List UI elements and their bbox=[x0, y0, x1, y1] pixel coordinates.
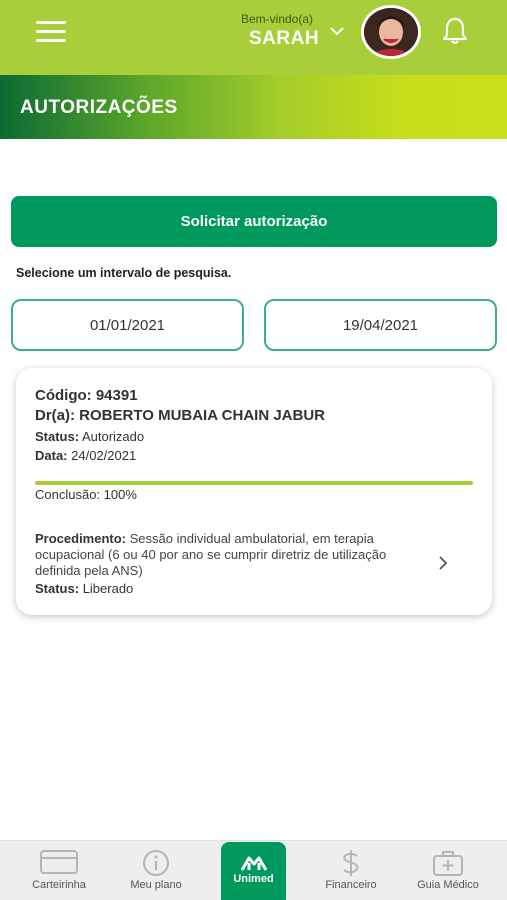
status-line: Status: Autorizado bbox=[35, 429, 144, 444]
nav-unimed[interactable]: Unimed bbox=[221, 842, 286, 900]
authorization-card[interactable]: Código: 94391 Dr(a): ROBERTO MUBAIA CHAI… bbox=[16, 368, 492, 615]
interval-label: Selecione um intervalo de pesquisa. bbox=[16, 266, 232, 280]
nav-label-meu-plano: Meu plano bbox=[130, 879, 182, 891]
conclusion-value: 100% bbox=[103, 487, 137, 502]
date-value: 24/02/2021 bbox=[71, 448, 137, 463]
code-label: Código: bbox=[35, 387, 92, 404]
avatar[interactable] bbox=[361, 5, 421, 59]
page-title: AUTORIZAÇÕES bbox=[20, 97, 178, 118]
status-label: Status: bbox=[35, 429, 80, 444]
unimed-logo-icon bbox=[240, 856, 268, 871]
nav-label-carteirinha: Carteirinha bbox=[32, 879, 86, 891]
nav-financeiro[interactable]: Financeiro bbox=[301, 841, 401, 900]
procedure-status-value: Liberado bbox=[82, 581, 134, 596]
welcome-text: Bem-vindo(a) bbox=[241, 12, 314, 26]
request-authorization-button[interactable]: Solicitar autorização bbox=[11, 196, 497, 247]
end-date-field[interactable]: 19/04/2021 bbox=[264, 299, 497, 351]
start-date-field[interactable]: 01/01/2021 bbox=[11, 299, 244, 351]
top-bar: Bem-vindo(a) SARAH bbox=[0, 0, 507, 75]
code-value: 94391 bbox=[95, 387, 138, 404]
medical-kit-icon bbox=[433, 851, 463, 876]
dollar-icon bbox=[343, 850, 359, 876]
nav-carteirinha[interactable]: Carteirinha bbox=[9, 841, 109, 900]
doctor-name: ROBERTO MUBAIA CHAIN JABUR bbox=[79, 407, 326, 424]
conclusion-progress-bar bbox=[35, 481, 473, 485]
date-label: Data: bbox=[35, 448, 68, 463]
nav-label-financeiro: Financeiro bbox=[325, 879, 377, 891]
procedure-status-label: Status: bbox=[35, 581, 80, 596]
authorization-code: Código: 94391 bbox=[35, 387, 138, 404]
nav-label-guia-medico: Guia Médico bbox=[417, 879, 479, 891]
status-value: Autorizado bbox=[81, 429, 145, 444]
title-banner: AUTORIZAÇÕES bbox=[0, 75, 507, 139]
doctor-label: Dr(a): bbox=[35, 407, 75, 424]
nav-meu-plano[interactable]: Meu plano bbox=[106, 841, 206, 900]
procedure-text: Procedimento: Sessão individual ambulato… bbox=[35, 531, 420, 579]
hamburger-menu-icon[interactable] bbox=[36, 21, 66, 43]
conclusion-line: Conclusão: 100% bbox=[35, 487, 137, 502]
date-line: Data: 24/02/2021 bbox=[35, 448, 136, 463]
procedure-label: Procedimento: bbox=[35, 531, 127, 546]
user-name[interactable]: SARAH bbox=[249, 28, 319, 50]
chevron-right-icon[interactable] bbox=[437, 555, 449, 571]
conclusion-label: Conclusão: bbox=[35, 487, 101, 502]
card-icon bbox=[40, 850, 78, 874]
nav-guia-medico[interactable]: Guia Médico bbox=[398, 841, 498, 900]
doctor-line: Dr(a): ROBERTO MUBAIA CHAIN JABUR bbox=[35, 407, 325, 424]
nav-label-unimed: Unimed bbox=[233, 873, 274, 885]
bell-icon[interactable] bbox=[441, 16, 469, 46]
progress-fill bbox=[35, 481, 473, 485]
info-icon bbox=[143, 850, 169, 876]
chevron-down-icon[interactable] bbox=[329, 24, 345, 38]
procedure-status-line: Status: Liberado bbox=[35, 581, 133, 596]
